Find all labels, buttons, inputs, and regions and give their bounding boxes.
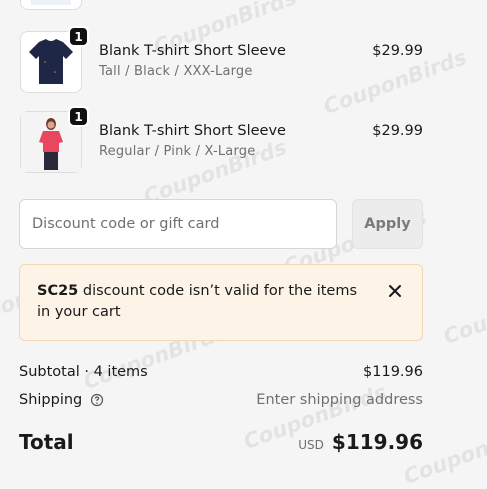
item-variant: Tall / Black / XXX-Large [99, 64, 253, 79]
currency-code: USD [298, 438, 324, 452]
total-amount: $119.96 [331, 430, 423, 454]
item-name: Blank T-shirt Short Sleeve [99, 43, 286, 59]
item-variant: Regular / Pink / X-Large [99, 144, 256, 159]
discount-error-alert: SC25 discount code isn’t valid for the i… [19, 264, 423, 341]
discount-code-input[interactable] [19, 199, 337, 249]
alert-message-text: discount code isn’t valid for the items … [37, 283, 358, 320]
subtotal-value: $119.96 [363, 364, 423, 380]
item-price: $29.99 [372, 43, 423, 59]
product-thumbnail [20, 0, 82, 10]
product-thumbnail: 1 [20, 106, 89, 173]
discount-code: SC25 [37, 283, 79, 299]
item-name: Blank T-shirt Short Sleeve [99, 123, 286, 139]
shipping-label: Shipping [19, 392, 83, 408]
watermark: CouponBirds [440, 275, 487, 349]
subtotal-label: Subtotal · 4 items [19, 364, 148, 380]
quantity-badge: 1 [68, 26, 89, 47]
help-icon[interactable] [90, 393, 104, 407]
close-icon[interactable] [386, 282, 404, 300]
alert-message: SC25 discount code isn’t valid for the i… [37, 281, 367, 323]
quantity-badge: 1 [68, 106, 89, 127]
shipping-value: Enter shipping address [256, 392, 423, 408]
item-price: $29.99 [372, 123, 423, 139]
tshirt-image [31, 0, 71, 5]
shipping-row: Shipping [19, 392, 104, 408]
total-label: Total [19, 430, 74, 454]
product-thumbnail: 1 [20, 26, 89, 93]
apply-button[interactable]: Apply [352, 199, 423, 249]
total-amount-wrap: USD $119.96 [298, 430, 423, 454]
